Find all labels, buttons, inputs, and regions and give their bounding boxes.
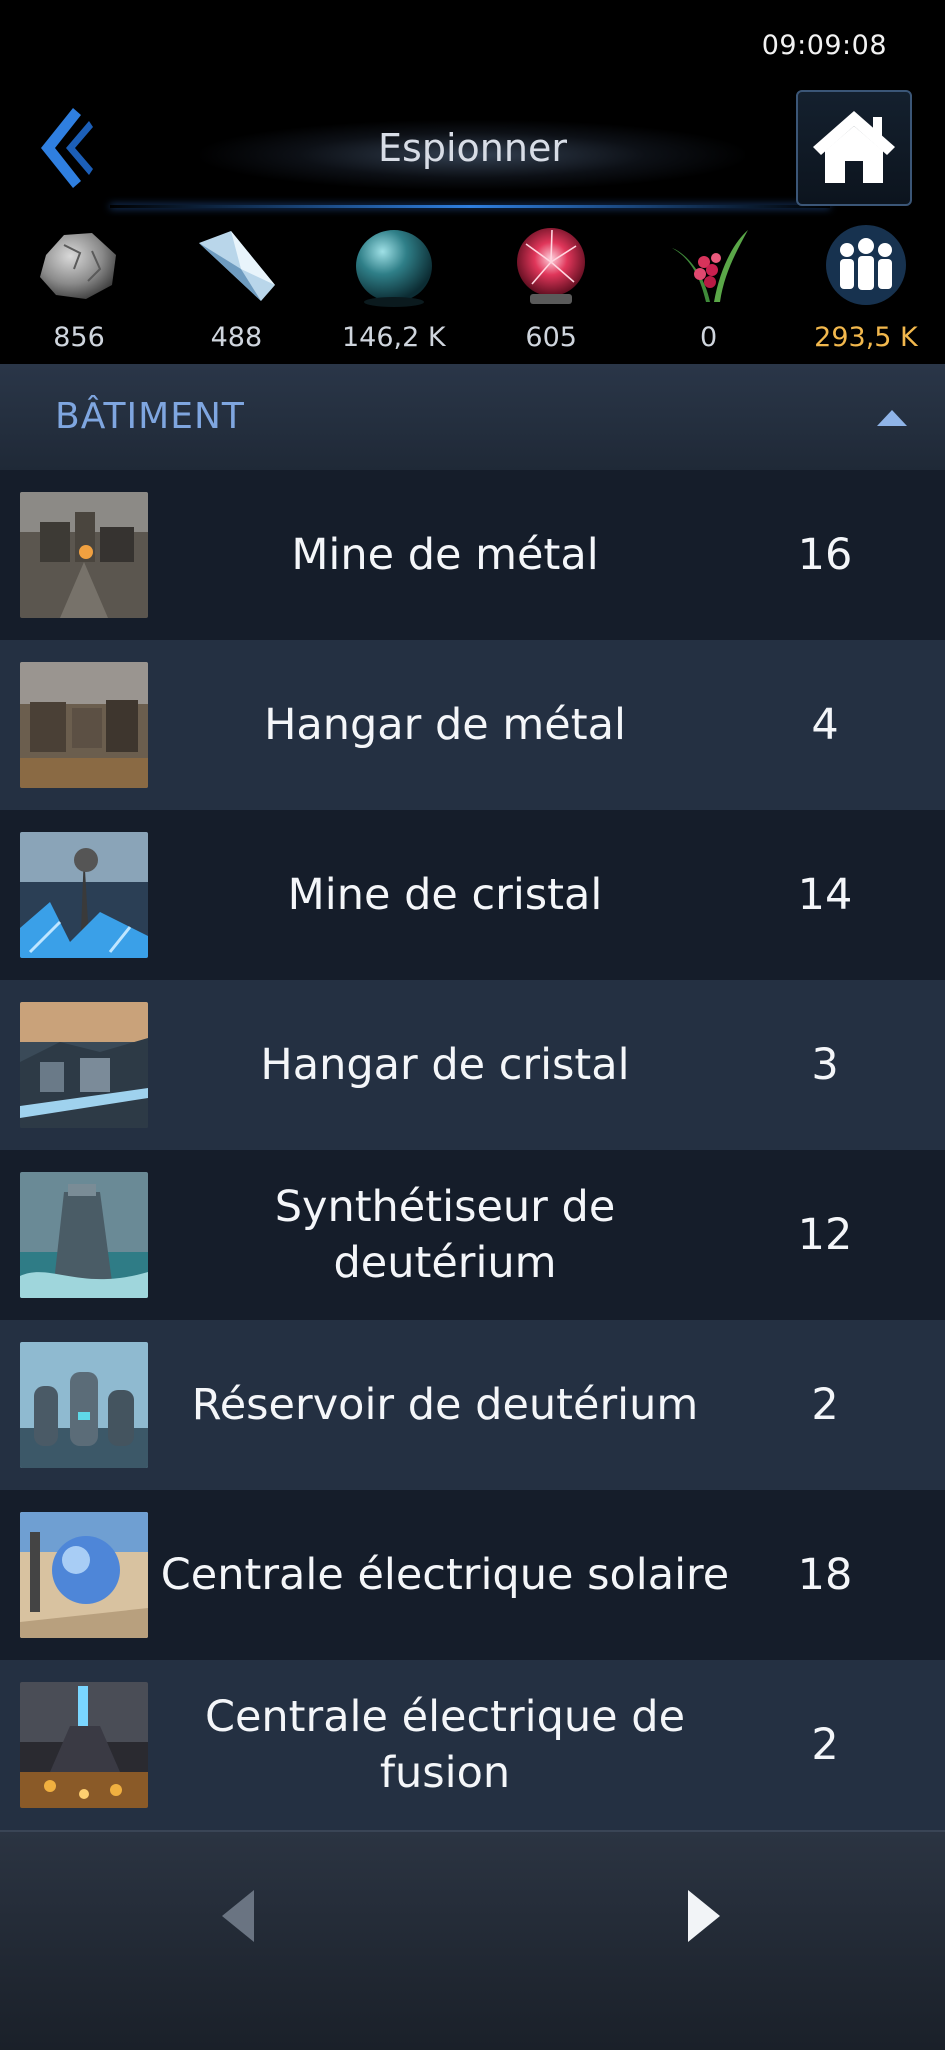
list-item[interactable]: Réservoir de deutérium 2 xyxy=(0,1320,945,1490)
resource-crystal-value: 488 xyxy=(210,322,263,353)
building-name: Hangar de métal xyxy=(264,700,626,750)
building-level: 4 xyxy=(811,700,839,750)
building-thumbnail xyxy=(20,832,148,958)
section-title: BÂTIMENT xyxy=(55,396,245,437)
resource-population-value: 293,5 K xyxy=(814,322,918,353)
building-name: Mine de métal xyxy=(291,530,599,580)
resource-energy[interactable]: 605 xyxy=(484,222,618,364)
previous-page-button[interactable] xyxy=(220,1888,256,1948)
resource-deuterium[interactable]: 146,2 K xyxy=(327,222,461,364)
content-panel: BÂTIMENT Mine de métal 16 Hangar de méta… xyxy=(0,364,945,1830)
building-name: Centrale électrique solaire xyxy=(160,1550,730,1600)
resource-energy-value: 605 xyxy=(525,322,577,353)
building-thumbnail xyxy=(20,1342,148,1468)
resource-plant-value: 0 xyxy=(699,322,718,353)
building-level: 18 xyxy=(797,1550,853,1600)
list-item[interactable]: Hangar de cristal 3 xyxy=(0,980,945,1150)
title-divider xyxy=(110,205,830,208)
arrow-left-icon xyxy=(222,1890,254,1942)
building-thumbnail xyxy=(20,662,148,788)
building-name: Hangar de cristal xyxy=(260,1040,630,1090)
home-button[interactable] xyxy=(796,90,912,206)
building-level: 3 xyxy=(811,1040,839,1090)
next-page-button[interactable] xyxy=(686,1888,722,1948)
building-level: 2 xyxy=(811,1380,839,1430)
resource-population[interactable]: 293,5 K xyxy=(799,222,933,364)
list-item[interactable]: Centrale électrique solaire 18 xyxy=(0,1490,945,1660)
building-list: Mine de métal 16 Hangar de métal 4 Mine … xyxy=(0,470,945,1830)
list-item[interactable]: Centrale électrique de fusion 2 xyxy=(0,1660,945,1830)
plant-icon xyxy=(663,222,755,308)
crystal-icon xyxy=(190,222,282,308)
building-level: 16 xyxy=(797,530,853,580)
building-name: Synthétiseur de deutérium xyxy=(274,1182,616,1288)
building-name: Mine de cristal xyxy=(287,870,603,920)
resource-bar: 856 488 146,2 K 605 0 293,5 K xyxy=(0,222,945,364)
building-level: 14 xyxy=(797,870,853,920)
building-thumbnail xyxy=(20,1512,148,1638)
resource-metal-value: 856 xyxy=(53,322,105,353)
population-icon xyxy=(820,222,912,308)
building-thumbnail xyxy=(20,492,148,618)
building-thumbnail xyxy=(20,1002,148,1128)
home-icon xyxy=(811,107,897,189)
section-header-batiment[interactable]: BÂTIMENT xyxy=(0,364,945,470)
status-time: 09:09:08 xyxy=(761,30,887,61)
metal-ore-icon xyxy=(33,222,125,308)
building-level: 2 xyxy=(811,1720,839,1770)
arrow-right-icon xyxy=(688,1890,720,1942)
list-item[interactable]: Mine de cristal 14 xyxy=(0,810,945,980)
resource-metal[interactable]: 856 xyxy=(12,222,146,364)
building-thumbnail xyxy=(20,1172,148,1298)
energy-plasma-icon xyxy=(505,222,597,308)
building-name: Centrale électrique de fusion xyxy=(204,1692,686,1798)
list-item[interactable]: Hangar de métal 4 xyxy=(0,640,945,810)
building-level: 12 xyxy=(797,1210,853,1260)
list-item[interactable]: Synthétiseur de deutérium 12 xyxy=(0,1150,945,1320)
pagination-footer xyxy=(0,1830,945,2050)
building-thumbnail xyxy=(20,1682,148,1808)
resource-deuterium-value: 146,2 K xyxy=(341,322,446,353)
building-name: Réservoir de deutérium xyxy=(191,1380,699,1430)
list-item[interactable]: Mine de métal 16 xyxy=(0,470,945,640)
resource-plant[interactable]: 0 xyxy=(642,222,776,364)
header: Espionner xyxy=(0,80,945,220)
deuterium-orb-icon xyxy=(348,222,440,308)
collapse-arrow-icon[interactable] xyxy=(875,408,909,432)
resource-crystal[interactable]: 488 xyxy=(169,222,303,364)
